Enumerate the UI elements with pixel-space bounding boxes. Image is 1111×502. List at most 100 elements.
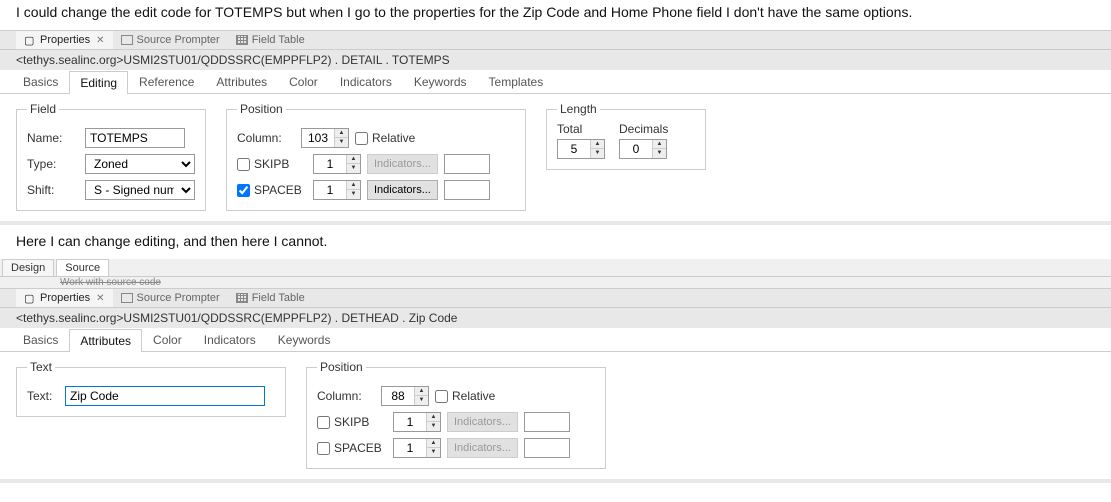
tab-indicators-2[interactable]: Indicators bbox=[193, 328, 267, 351]
position-legend-2: Position bbox=[317, 360, 366, 374]
tab-source-prompter[interactable]: Source Prompter bbox=[113, 31, 228, 49]
breadcrumb-1: <tethys.sealinc.org>USMI2STU01/QDDSSRC(E… bbox=[0, 50, 1111, 70]
spaceb-spinner-2[interactable]: ▲▼ bbox=[393, 438, 441, 458]
total-spinner[interactable]: ▲▼ bbox=[557, 139, 605, 159]
tab-keywords-1[interactable]: Keywords bbox=[403, 70, 478, 93]
relative-check-2[interactable]: Relative bbox=[435, 389, 495, 403]
spaceb-indicator-box-2 bbox=[524, 438, 570, 458]
field-type-label: Type: bbox=[27, 157, 79, 171]
length-group: Length Total ▲▼ Decimals ▲▼ bbox=[546, 102, 706, 170]
tab-source-prompter-label: Source Prompter bbox=[137, 34, 220, 46]
column-label-1: Column: bbox=[237, 131, 295, 145]
close-icon-2[interactable]: ✕ bbox=[96, 293, 104, 304]
text-input[interactable] bbox=[65, 386, 265, 406]
skipb-indicators-btn-2[interactable]: Indicators... bbox=[447, 412, 518, 432]
column-spinner-2[interactable]: ▲▼ bbox=[381, 386, 429, 406]
skipb-check-2[interactable]: SKIPB bbox=[317, 415, 387, 429]
close-icon[interactable]: ✕ bbox=[96, 35, 104, 46]
skipb-spinner-2[interactable]: ▲▼ bbox=[393, 412, 441, 432]
tab-keywords-2[interactable]: Keywords bbox=[267, 328, 342, 351]
spaceb-input-1[interactable] bbox=[314, 181, 346, 199]
field-table-icon-2 bbox=[236, 293, 248, 303]
field-group: Field Name: Type: Zoned Shift: S - Signe… bbox=[16, 102, 206, 211]
position-legend-1: Position bbox=[237, 102, 286, 116]
field-shift-label: Shift: bbox=[27, 183, 79, 197]
field-name-input[interactable] bbox=[85, 128, 185, 148]
tab-field-table-label: Field Table bbox=[252, 34, 305, 46]
field-name-label: Name: bbox=[27, 131, 79, 145]
skipb-spinner-1[interactable]: ▲▼ bbox=[313, 154, 361, 174]
text-legend: Text bbox=[27, 360, 55, 374]
tab-source[interactable]: Source bbox=[56, 259, 109, 276]
spaceb-indicators-btn-1[interactable]: Indicators... bbox=[367, 180, 438, 200]
spin-up-icon[interactable]: ▲ bbox=[335, 129, 348, 138]
work-with-source-code-label: Work with source code bbox=[0, 277, 1111, 288]
decimals-spinner[interactable]: ▲▼ bbox=[619, 139, 667, 159]
tab-source-prompter-2[interactable]: Source Prompter bbox=[113, 289, 228, 307]
spaceb-check-1[interactable]: SPACEB bbox=[237, 183, 307, 197]
field-shift-select[interactable]: S - Signed numer bbox=[85, 180, 195, 200]
ws-tabs-2: Basics Attributes Color Indicators Keywo… bbox=[0, 328, 1111, 352]
properties-window-1: ▢ Properties ✕ Source Prompter Field Tab… bbox=[0, 30, 1111, 225]
tab-color-1[interactable]: Color bbox=[278, 70, 329, 93]
skipb-indicators-btn-1[interactable]: Indicators... bbox=[367, 154, 438, 174]
properties-icon-2: ▢ bbox=[24, 292, 36, 304]
tab-field-table-label-2: Field Table bbox=[252, 292, 305, 304]
field-type-select[interactable]: Zoned bbox=[85, 154, 195, 174]
tab-properties[interactable]: ▢ Properties ✕ bbox=[16, 31, 113, 49]
spin-down-icon[interactable]: ▼ bbox=[335, 138, 348, 147]
tab-properties-label-2: Properties bbox=[40, 292, 90, 304]
tab-properties-2[interactable]: ▢ Properties ✕ bbox=[16, 289, 113, 307]
skipb-check-1[interactable]: SKIPB bbox=[237, 157, 307, 171]
tab-field-table[interactable]: Field Table bbox=[228, 31, 313, 49]
breadcrumb-2: <tethys.sealinc.org>USMI2STU01/QDDSSRC(E… bbox=[0, 308, 1111, 328]
tab-color-2[interactable]: Color bbox=[142, 328, 193, 351]
total-label: Total bbox=[557, 122, 582, 136]
description-text-1: I could change the edit code for TOTEMPS… bbox=[0, 0, 1111, 30]
tab-source-prompter-label-2: Source Prompter bbox=[137, 292, 220, 304]
tab-attributes-1[interactable]: Attributes bbox=[205, 70, 278, 93]
tab-basics-1[interactable]: Basics bbox=[12, 70, 69, 93]
tab-design[interactable]: Design bbox=[2, 259, 54, 276]
spaceb-input-2[interactable] bbox=[394, 439, 426, 457]
design-source-tabs: Design Source bbox=[0, 259, 1111, 277]
tab-indicators-1[interactable]: Indicators bbox=[329, 70, 403, 93]
column-input-2[interactable] bbox=[382, 387, 414, 405]
tab-reference[interactable]: Reference bbox=[128, 70, 205, 93]
decimals-input[interactable] bbox=[620, 140, 652, 158]
properties-icon: ▢ bbox=[24, 34, 36, 46]
position-group-1: Position Column: ▲▼ Relative SKIPB ▲▼ In… bbox=[226, 102, 526, 211]
spaceb-indicator-box-1 bbox=[444, 180, 490, 200]
decimals-label: Decimals bbox=[619, 122, 668, 136]
length-legend: Length bbox=[557, 102, 600, 116]
tab-attributes-2[interactable]: Attributes bbox=[69, 329, 142, 352]
column-label-2: Column: bbox=[317, 389, 375, 403]
skipb-indicator-box-2 bbox=[524, 412, 570, 432]
source-prompter-icon bbox=[121, 35, 133, 45]
tab-properties-label: Properties bbox=[40, 34, 90, 46]
skipb-input-2[interactable] bbox=[394, 413, 426, 431]
tab-basics-2[interactable]: Basics bbox=[12, 328, 69, 351]
text-group: Text Text: bbox=[16, 360, 286, 417]
panel-tabs-2: ▢ Properties ✕ Source Prompter Field Tab… bbox=[0, 288, 1111, 308]
tab-templates[interactable]: Templates bbox=[478, 70, 555, 93]
skipb-indicator-box-1 bbox=[444, 154, 490, 174]
spaceb-indicators-btn-2[interactable]: Indicators... bbox=[447, 438, 518, 458]
field-table-icon bbox=[236, 35, 248, 45]
tab-editing[interactable]: Editing bbox=[69, 71, 128, 94]
total-input[interactable] bbox=[558, 140, 590, 158]
panel-tabs-1: ▢ Properties ✕ Source Prompter Field Tab… bbox=[0, 30, 1111, 50]
properties-window-2: ▢ Properties ✕ Source Prompter Field Tab… bbox=[0, 288, 1111, 483]
skipb-input-1[interactable] bbox=[314, 155, 346, 173]
tab-field-table-2[interactable]: Field Table bbox=[228, 289, 313, 307]
relative-check-1[interactable]: Relative bbox=[355, 131, 415, 145]
source-prompter-icon-2 bbox=[121, 293, 133, 303]
column-input-1[interactable] bbox=[302, 129, 334, 147]
spaceb-check-2[interactable]: SPACEB bbox=[317, 441, 387, 455]
column-spinner-1[interactable]: ▲▼ bbox=[301, 128, 349, 148]
ws-tabs-1: Basics Editing Reference Attributes Colo… bbox=[0, 70, 1111, 94]
text-label: Text: bbox=[27, 389, 59, 403]
description-text-2: Here I can change editing, and then here… bbox=[0, 225, 1111, 259]
spaceb-spinner-1[interactable]: ▲▼ bbox=[313, 180, 361, 200]
position-group-2: Position Column: ▲▼ Relative SKIPB ▲▼ In… bbox=[306, 360, 606, 469]
